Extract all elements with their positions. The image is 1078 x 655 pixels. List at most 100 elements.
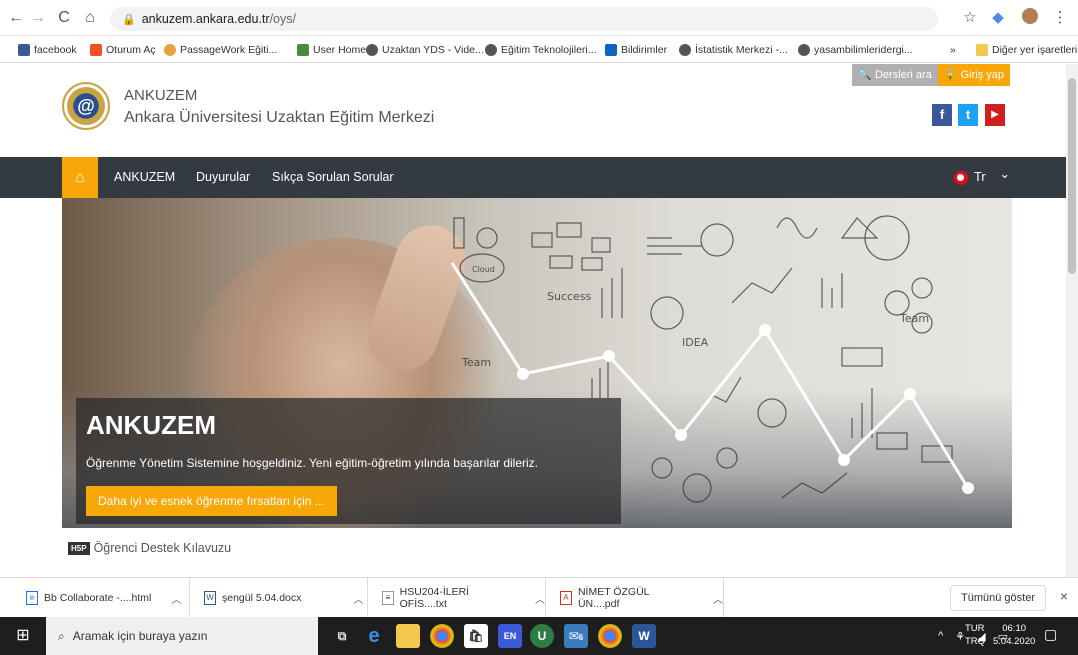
site-subtitle: Ankara Üniversitesi Uzaktan Eğitim Merke…: [124, 109, 435, 126]
bookmark-item[interactable]: yasambilimleridergi...: [798, 42, 913, 58]
profile-avatar[interactable]: [1020, 8, 1040, 28]
windows-start-icon[interactable]: ⊞: [0, 617, 46, 655]
bookmark-item[interactable]: Eğitim Teknolojileri...: [485, 42, 597, 58]
url-host: ankuzem.ankara.edu.tr: [141, 12, 270, 26]
bookmark-item[interactable]: Uzaktan YDS - Vide...: [366, 42, 484, 58]
sketch-word: Team: [899, 312, 929, 325]
globe-icon: [366, 44, 378, 56]
html-file-icon: e: [26, 591, 38, 605]
sketch-word: Cloud: [472, 265, 495, 274]
twitter-icon[interactable]: t: [958, 104, 978, 126]
nav-item-sss[interactable]: Sıkça Sorulan Sorular: [272, 157, 394, 198]
forward-icon[interactable]: →: [28, 7, 48, 29]
bookmark-item[interactable]: facebook: [18, 42, 77, 58]
microsoft-icon: [90, 44, 102, 56]
home-icon[interactable]: ⌂: [80, 7, 100, 29]
u-app-icon[interactable]: U: [530, 624, 554, 648]
bookmark-item[interactable]: PassageWork Eğiti...: [164, 42, 277, 58]
search-icon: ⌕: [58, 628, 65, 643]
nav-item-duyurular[interactable]: Duyurular: [196, 157, 250, 198]
lock-icon: 🔒: [122, 14, 136, 26]
hero-caption: ANKUZEM Öğrenme Yönetim Sistemine hoşgel…: [76, 398, 621, 524]
folder-icon: [976, 44, 988, 56]
download-item[interactable]: W şengül 5.04.docx ︿: [196, 578, 368, 618]
scrollbar-thumb[interactable]: [1068, 78, 1076, 274]
page-content: 🔍 Dersleri ara 🔒 Giriş yap @ ANKUZEM Ank…: [0, 64, 1066, 577]
chevron-down-icon: ⌄: [999, 167, 1010, 181]
passagework-icon: [164, 44, 176, 56]
file-explorer-icon[interactable]: [396, 624, 420, 648]
chevron-up-icon[interactable]: ︿: [535, 591, 545, 606]
hero-cta-button[interactable]: Daha iyi ve esnek öğrenme fırsatları içi…: [86, 486, 337, 516]
h5p-icon: H5P: [68, 541, 90, 555]
search-courses-button[interactable]: 🔍 Dersleri ara: [852, 64, 938, 86]
notification-icon[interactable]: ▢: [1044, 626, 1057, 643]
other-bookmarks[interactable]: Diğer yer işaretleri: [976, 42, 1077, 58]
page-scrollbar[interactable]: [1066, 64, 1078, 577]
pdf-file-icon: A: [560, 591, 572, 605]
youtube-icon[interactable]: ▶: [985, 104, 1005, 126]
home-icon[interactable]: ⌂: [62, 157, 98, 198]
student-support-link[interactable]: H5P Öğrenci Destek Kılavuzu: [68, 541, 231, 555]
clock[interactable]: 06:10 5.04.2020: [993, 622, 1035, 648]
nav-item-ankuzem[interactable]: ANKUZEM: [114, 157, 175, 198]
bookmark-item[interactable]: Bildirimler: [605, 42, 667, 58]
linkedin-icon: [605, 44, 617, 56]
bookmarks-bar: facebook Oturum Aç PassageWork Eğiti... …: [0, 37, 1078, 63]
main-navbar: ⌂ ANKUZEM Duyurular Sıkça Sorulan Sorula…: [0, 157, 1066, 198]
sketch-word: Team: [461, 356, 491, 369]
sketch-word: IDEA: [682, 336, 709, 349]
chevron-up-icon[interactable]: ︿: [171, 591, 181, 606]
show-all-downloads-button[interactable]: Tümünü göster: [950, 585, 1046, 611]
site-title: ANKUZEM: [124, 87, 198, 104]
browser-toolbar: ← → C ⌂ 🔒 ankuzem.ankara.edu.tr/oys/ ☆ ◆ …: [0, 0, 1078, 36]
close-icon[interactable]: ×: [1060, 588, 1068, 604]
chrome-icon[interactable]: [430, 624, 454, 648]
hero-title: ANKUZEM: [86, 410, 216, 440]
university-logo[interactable]: @: [62, 82, 110, 130]
mail-icon[interactable]: ✉6: [564, 624, 588, 648]
sketch-word: Success: [547, 290, 592, 303]
edge-icon[interactable]: e: [362, 624, 386, 648]
download-item[interactable]: e Bb Collaborate -....html ︿: [18, 578, 190, 618]
download-item[interactable]: ≡ HSU204-İLERİ OFİS....txt ︿: [374, 578, 546, 618]
chevron-up-icon[interactable]: ︿: [713, 591, 723, 606]
login-button[interactable]: 🔒 Giriş yap: [937, 64, 1010, 86]
windows-taskbar: ⊞ ⌕ Aramak için buraya yazın ⧉ e 🛍 EN U …: [0, 617, 1078, 655]
taskbar-search[interactable]: ⌕ Aramak için buraya yazın: [46, 617, 318, 655]
hero-text: Öğrenme Yönetim Sistemine hoşgeldiniz. Y…: [86, 456, 538, 470]
bookmark-item[interactable]: İstatistik Merkezi -...: [679, 42, 788, 58]
network-icon[interactable]: ⚘: [955, 630, 965, 643]
chrome-icon[interactable]: [598, 624, 622, 648]
address-bar[interactable]: 🔒 ankuzem.ankara.edu.tr/oys/: [110, 7, 938, 31]
language-app-icon[interactable]: EN: [498, 624, 522, 648]
downloads-bar: e Bb Collaborate -....html ︿ W şengül 5.0…: [0, 577, 1078, 618]
input-language[interactable]: TUR TRQ: [965, 622, 985, 648]
extension-icon[interactable]: ◆: [988, 8, 1008, 26]
turkey-flag-icon: [954, 170, 969, 185]
url-path: /oys/: [269, 12, 296, 26]
task-view-icon[interactable]: ⧉: [330, 624, 354, 648]
facebook-icon: [18, 44, 30, 56]
globe-icon: [679, 44, 691, 56]
word-file-icon: W: [204, 591, 216, 605]
language-selector[interactable]: Tr ⌄: [954, 157, 1010, 198]
facebook-icon[interactable]: f: [932, 104, 952, 126]
bookmarks-more-icon[interactable]: »: [950, 42, 956, 58]
word-icon[interactable]: W: [632, 624, 656, 648]
bookmark-item[interactable]: Oturum Aç: [90, 42, 156, 58]
chevron-up-icon[interactable]: ︿: [353, 591, 363, 606]
user-home-icon: [297, 44, 309, 56]
bookmark-star-icon[interactable]: ☆: [960, 8, 980, 26]
hero-banner: Success IDEA Team Team Cloud ANKUZEM Öğr…: [62, 198, 1012, 528]
chevron-up-icon[interactable]: ^: [938, 630, 943, 642]
globe-icon: [485, 44, 497, 56]
download-item[interactable]: A NİMET ÖZGÜL ÜN....pdf ︿: [552, 578, 724, 618]
bookmark-item[interactable]: User Home: [297, 42, 366, 58]
store-icon[interactable]: 🛍: [464, 624, 488, 648]
back-icon[interactable]: ←: [6, 7, 26, 29]
text-file-icon: ≡: [382, 591, 394, 605]
reload-icon[interactable]: C: [54, 7, 74, 29]
globe-icon: [798, 44, 810, 56]
browser-menu-icon[interactable]: ⋮: [1050, 8, 1070, 26]
